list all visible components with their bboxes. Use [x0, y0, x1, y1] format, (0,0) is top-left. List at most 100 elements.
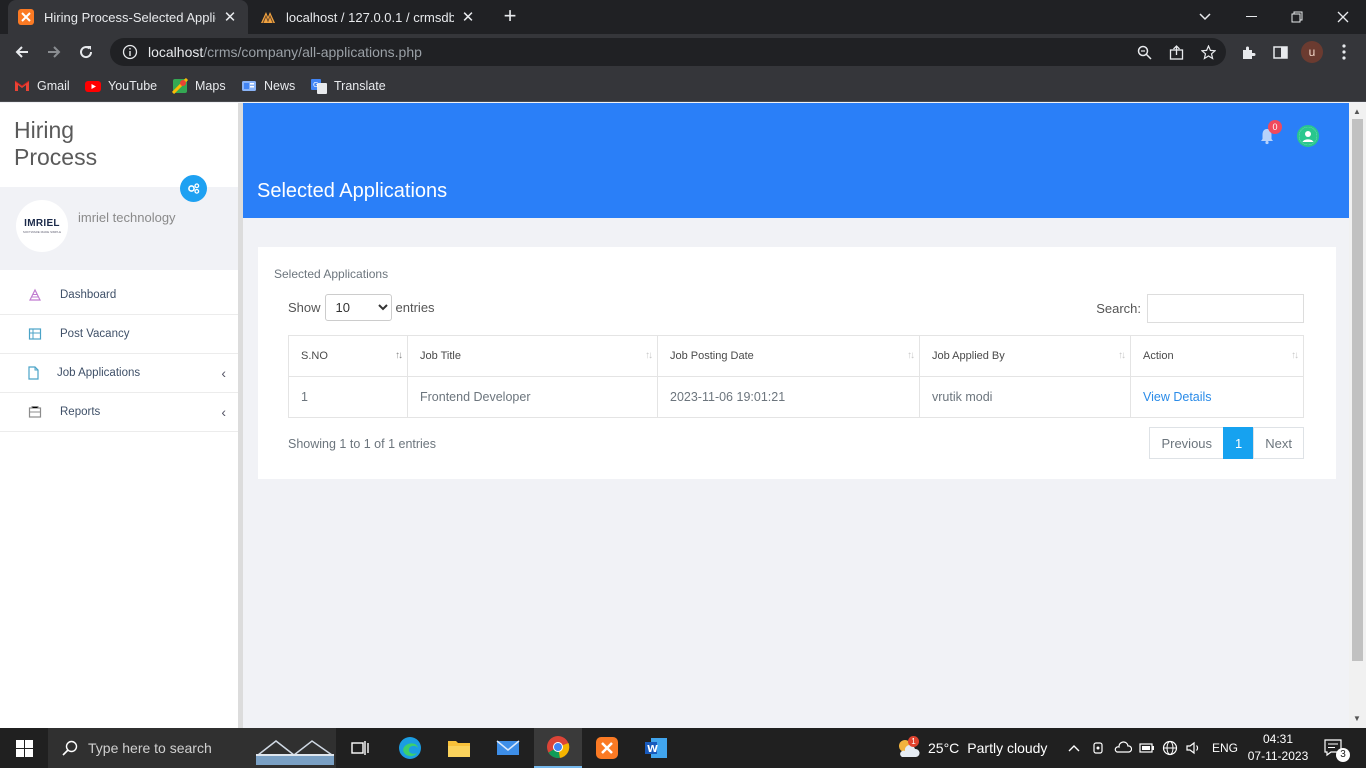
- share-icon[interactable]: [1164, 40, 1188, 64]
- profile-avatar[interactable]: u: [1300, 40, 1324, 64]
- restore-button[interactable]: [1274, 0, 1320, 34]
- maps-icon: [172, 78, 188, 94]
- weather-widget[interactable]: 1 25°C Partly cloudy: [896, 728, 1047, 768]
- close-tab-icon[interactable]: ✕: [222, 8, 238, 26]
- entries-per-page-select[interactable]: 10: [324, 294, 392, 321]
- tab-search-icon[interactable]: [1182, 0, 1228, 34]
- browser-menu-icon[interactable]: [1332, 40, 1356, 64]
- volume-icon[interactable]: [1186, 728, 1202, 768]
- bookmark-gmail[interactable]: Gmail: [14, 76, 70, 96]
- minimize-button[interactable]: [1228, 0, 1274, 34]
- gears-icon: [188, 183, 200, 194]
- sidebar-item-reports[interactable]: Reports ‹: [0, 393, 238, 432]
- bookmark-news[interactable]: News: [241, 76, 295, 96]
- site-info-icon[interactable]: [122, 44, 138, 60]
- show-hidden-icons[interactable]: [1068, 728, 1080, 768]
- previous-page-button[interactable]: Previous: [1149, 427, 1225, 459]
- notification-center-button[interactable]: 3: [1324, 728, 1350, 768]
- column-header-action[interactable]: Action ↑↓: [1130, 335, 1304, 377]
- xampp-icon: [596, 737, 618, 759]
- back-arrow-icon: [15, 46, 28, 58]
- svg-text:G: G: [313, 81, 318, 89]
- back-button[interactable]: [10, 40, 34, 64]
- column-header-job-title[interactable]: Job Title ↑↓: [407, 335, 658, 377]
- bookmark-star-icon[interactable]: [1196, 40, 1220, 64]
- task-view-button[interactable]: [336, 728, 384, 768]
- windows-logo-icon: [15, 739, 33, 757]
- word-icon: W: [645, 738, 667, 758]
- start-button[interactable]: [0, 728, 48, 768]
- clock-date: 07-11-2023: [1247, 749, 1309, 763]
- windows-taskbar: Type here to search W 1 25°C Partly clou…: [0, 728, 1366, 768]
- bookmark-label: Translate: [334, 79, 386, 93]
- column-header-posting-date[interactable]: Job Posting Date ↑↓: [657, 335, 920, 377]
- taskbar-edge[interactable]: [386, 728, 434, 768]
- column-header-sno[interactable]: S.NO ↑↓: [288, 335, 408, 377]
- onedrive-icon[interactable]: [1114, 728, 1132, 768]
- entries-label: entries: [395, 300, 435, 315]
- company-logo-text: IMRIEL: [24, 218, 60, 229]
- scroll-down-icon[interactable]: ▼: [1353, 714, 1361, 723]
- sidebar-item-label: Job Applications: [57, 367, 141, 379]
- taskbar-chrome[interactable]: [534, 728, 582, 768]
- bookmarks-bar: Gmail YouTube Maps News G Translate: [0, 70, 1366, 102]
- address-bar[interactable]: localhost/crms/company/all-applications.…: [110, 38, 1226, 66]
- page-1-button[interactable]: 1: [1223, 427, 1255, 459]
- search-input[interactable]: [1147, 294, 1304, 323]
- language-indicator[interactable]: ENG: [1212, 728, 1238, 768]
- taskbar-file-explorer[interactable]: [435, 728, 483, 768]
- extensions-puzzle-icon[interactable]: [1236, 40, 1260, 64]
- close-window-button[interactable]: [1320, 0, 1366, 34]
- bookmark-youtube[interactable]: YouTube: [85, 76, 157, 96]
- brand-title[interactable]: Hiring Process: [14, 117, 97, 171]
- taskbar-search-box[interactable]: Type here to search: [48, 728, 336, 768]
- cell-action: View Details: [1130, 376, 1304, 418]
- page-header: 0 Selected Applications: [243, 103, 1349, 218]
- weather-badge: 1: [908, 736, 919, 747]
- job-applications-icon: [28, 366, 39, 380]
- forward-button[interactable]: [42, 40, 66, 64]
- svg-text:W: W: [647, 744, 658, 755]
- column-label: Job Posting Date: [670, 350, 754, 362]
- url-host: localhost: [148, 44, 204, 60]
- bookmark-maps[interactable]: Maps: [172, 76, 226, 96]
- battery-icon[interactable]: [1139, 728, 1155, 768]
- next-page-button[interactable]: Next: [1253, 427, 1304, 459]
- tab-hiring-process[interactable]: Hiring Process-Selected Applicat ✕: [8, 0, 248, 34]
- cell-sno: 1: [288, 376, 408, 418]
- zoom-icon[interactable]: [1132, 40, 1156, 64]
- system-clock[interactable]: 04:31 07-11-2023: [1240, 731, 1316, 765]
- view-details-link[interactable]: View Details: [1143, 390, 1212, 404]
- phpmyadmin-favicon-icon: [261, 12, 275, 24]
- bookmark-translate[interactable]: G Translate: [311, 76, 386, 96]
- new-tab-button[interactable]: +: [498, 5, 522, 29]
- temperature: 25°C: [928, 740, 960, 756]
- tab-title: localhost / 127.0.0.1 / crmsdb / t: [286, 9, 454, 25]
- sidebar-item-post-vacancy[interactable]: Post Vacancy: [0, 315, 238, 354]
- network-globe-icon[interactable]: [1162, 728, 1178, 768]
- cell-job-title: Frontend Developer: [407, 376, 658, 418]
- reload-button[interactable]: [74, 40, 98, 64]
- column-label: Job Title: [420, 350, 461, 362]
- scroll-up-icon[interactable]: ▲: [1353, 107, 1361, 116]
- sidebar-item-job-applications[interactable]: Job Applications ‹: [0, 354, 238, 393]
- show-entries: Show 10 entries: [288, 294, 435, 321]
- page-scrollbar[interactable]: ▲ ▼: [1349, 103, 1366, 728]
- side-panel-icon[interactable]: [1268, 40, 1292, 64]
- column-label: S.NO: [301, 350, 328, 362]
- taskbar-xampp[interactable]: [583, 728, 631, 768]
- sidebar-item-dashboard[interactable]: Dashboard: [0, 276, 238, 315]
- taskbar-mail[interactable]: [484, 728, 532, 768]
- column-header-applied-by[interactable]: Job Applied By ↑↓: [919, 335, 1131, 377]
- meet-now-icon[interactable]: [1092, 728, 1106, 768]
- tab-phpmyadmin[interactable]: localhost / 127.0.0.1 / crmsdb / t ✕: [250, 0, 486, 34]
- weather-description: Partly cloudy: [967, 740, 1048, 756]
- scrollbar-thumb[interactable]: [1352, 119, 1363, 661]
- profile-initial: u: [1301, 41, 1323, 63]
- user-avatar[interactable]: [1297, 125, 1319, 147]
- brand-line-2: Process: [14, 144, 98, 170]
- show-label: Show: [288, 300, 321, 315]
- close-tab-icon[interactable]: ✕: [460, 8, 476, 26]
- settings-button[interactable]: [180, 175, 207, 202]
- taskbar-word[interactable]: W: [632, 728, 680, 768]
